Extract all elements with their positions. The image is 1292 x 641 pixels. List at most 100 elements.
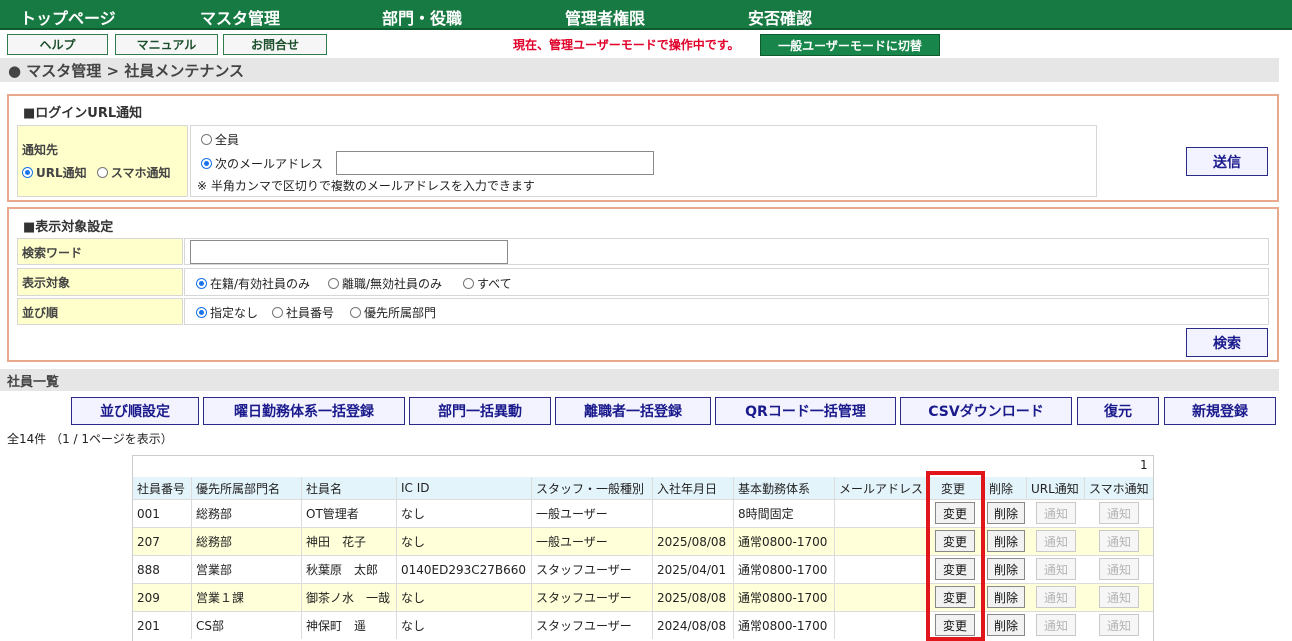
cell-name: OT管理者 (302, 500, 397, 527)
col-shift: 基本勤務体系 (734, 477, 835, 499)
cell-shift: 8時間固定 (734, 500, 835, 527)
keyword-label: 検索ワード (17, 238, 183, 265)
cell-hire-date: 2025/08/08 (653, 528, 734, 555)
cell-ic-id: なし (397, 612, 532, 639)
weekday-shift-bulk-button[interactable]: 曜日勤務体系一括登録 (203, 397, 405, 425)
cell-staff-type: 一般ユーザー (532, 528, 653, 555)
edit-button[interactable]: 変更 (935, 558, 975, 580)
edit-button[interactable]: 変更 (935, 614, 975, 636)
restore-button[interactable]: 復元 (1077, 397, 1159, 425)
cell-staff-type: スタッフユーザー (532, 612, 653, 639)
cell-hire-date: 2024/08/08 (653, 612, 734, 639)
nav-admin-rights[interactable]: 管理者権限 (565, 5, 645, 29)
url-notify-button: 通知 (1036, 530, 1076, 552)
delete-button[interactable]: 削除 (987, 502, 1025, 524)
cell-email (835, 584, 930, 611)
dept-bulk-transfer-button[interactable]: 部門一括異動 (409, 397, 551, 425)
delete-button[interactable]: 削除 (987, 614, 1025, 636)
target-retired-radio[interactable] (328, 278, 339, 289)
employee-list-title: 社員一覧 (0, 369, 1279, 391)
switch-mode-button[interactable]: 一般ユーザーモードに切替 (760, 34, 940, 56)
edit-button[interactable]: 変更 (935, 586, 975, 608)
notify-target-label: 通知先 (22, 143, 59, 157)
method-url-option[interactable]: URL通知 (22, 166, 87, 180)
col-employee-no: 社員番号 (133, 477, 192, 499)
target-active-option[interactable]: 在籍/有効社員のみ (196, 275, 310, 292)
login-url-title: ■ログインURL通知 (23, 106, 143, 121)
nav-top-page[interactable]: トップページ (20, 5, 116, 29)
edit-button[interactable]: 変更 (935, 530, 975, 552)
recipient-all-option[interactable]: 全員 (201, 131, 239, 148)
nav-safety-check[interactable]: 安否確認 (748, 5, 812, 29)
order-number-radio[interactable] (272, 307, 283, 318)
qr-code-bulk-button[interactable]: QRコード一括管理 (715, 397, 896, 425)
cell-shift: 通常0800-1700 (734, 556, 835, 583)
nav-department[interactable]: 部門・役職 (382, 5, 462, 29)
cell-employee-no: 201 (133, 612, 192, 639)
keyword-input[interactable] (190, 240, 508, 264)
method-sp-radio[interactable] (96, 167, 108, 178)
col-delete: 削除 (985, 477, 1027, 499)
col-url-notify: URL通知 (1027, 477, 1085, 499)
contact-button[interactable]: お問合せ (223, 34, 327, 55)
cell-name: 秋葉原 太郎 (302, 556, 397, 583)
cell-name: 神田 花子 (302, 528, 397, 555)
cell-ic-id: なし (397, 528, 532, 555)
order-none-option[interactable]: 指定なし (196, 304, 258, 321)
retiree-bulk-button[interactable]: 離職者一括登録 (555, 397, 711, 425)
csv-download-button[interactable]: CSVダウンロード (900, 397, 1072, 425)
cell-staff-type: 一般ユーザー (532, 500, 653, 527)
email-addresses-input[interactable] (336, 151, 654, 175)
cell-employee-no: 207 (133, 528, 192, 555)
method-url-radio[interactable] (22, 167, 33, 178)
col-hire-date: 入社年月日 (653, 477, 734, 499)
help-button[interactable]: ヘルプ (7, 34, 108, 55)
target-retired-option[interactable]: 離職/無効社員のみ (328, 275, 442, 292)
cell-name: 神保町 遥 (302, 612, 397, 639)
cell-shift: 通常0800-1700 (734, 584, 835, 611)
cell-employee-no: 001 (133, 500, 192, 527)
recipient-addresses-option[interactable]: 次のメールアドレス (201, 155, 323, 172)
cell-staff-type: スタッフユーザー (532, 584, 653, 611)
sp-notify-button: 通知 (1099, 502, 1139, 524)
sort-settings-button[interactable]: 並び順設定 (71, 397, 199, 425)
sp-notify-button: 通知 (1099, 530, 1139, 552)
edit-button[interactable]: 変更 (935, 502, 975, 524)
order-dept-radio[interactable] (350, 307, 361, 318)
cell-staff-type: スタッフユーザー (532, 556, 653, 583)
order-number-option[interactable]: 社員番号 (272, 304, 334, 321)
col-email: メールアドレス (835, 477, 930, 499)
top-nav: トップページ マスタ管理 部門・役職 管理者権限 安否確認 (0, 0, 1292, 30)
search-button[interactable]: 検索 (1186, 328, 1268, 357)
cell-email (835, 528, 930, 555)
target-active-radio[interactable] (196, 278, 207, 289)
delete-button[interactable]: 削除 (987, 558, 1025, 580)
col-edit: 変更 (930, 477, 985, 499)
cell-hire-date (653, 500, 734, 527)
send-button[interactable]: 送信 (1186, 147, 1268, 176)
cell-ic-id: 0140ED293C27B660 (397, 556, 532, 583)
cell-name: 御茶ノ水 一哉 (302, 584, 397, 611)
cell-email (835, 500, 930, 527)
cell-dept: 総務部 (192, 500, 302, 527)
sp-notify-button: 通知 (1099, 558, 1139, 580)
delete-button[interactable]: 削除 (987, 530, 1025, 552)
result-count: 全14件 （1 / 1ページを表示） (7, 432, 173, 446)
url-notify-button: 通知 (1036, 558, 1076, 580)
target-all-radio[interactable] (463, 278, 474, 289)
manual-button[interactable]: マニュアル (115, 34, 218, 55)
new-register-button[interactable]: 新規登録 (1164, 397, 1276, 425)
delete-button[interactable]: 削除 (987, 586, 1025, 608)
order-none-radio[interactable] (196, 307, 207, 318)
nav-master[interactable]: マスタ管理 (200, 5, 280, 29)
method-sp-option[interactable]: スマホ通知 (96, 166, 170, 180)
mode-notice: 現在、管理ユーザーモードで操作中です。 (513, 38, 740, 52)
notify-target-label-cell: 通知先 URL通知 スマホ通知 (17, 125, 188, 197)
url-notify-button: 通知 (1036, 586, 1076, 608)
col-ic-id: IC ID (397, 477, 532, 499)
recipient-addresses-radio[interactable] (201, 158, 212, 169)
order-dept-option[interactable]: 優先所属部門 (350, 304, 436, 321)
recipient-all-radio[interactable] (201, 134, 212, 145)
target-all-option[interactable]: すべて (463, 275, 512, 292)
page-number[interactable]: 1 (1140, 458, 1148, 472)
